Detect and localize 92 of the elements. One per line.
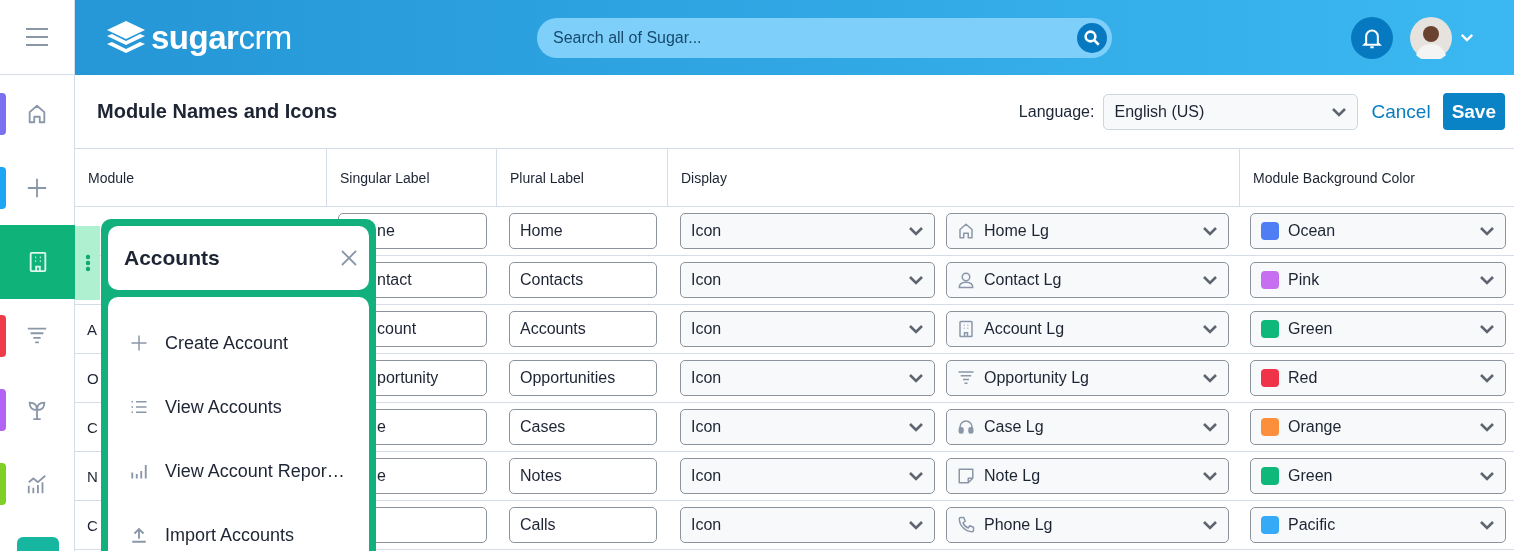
chevron-down-icon [1479,471,1495,481]
color-select[interactable]: Red [1250,360,1506,396]
home-icon [26,103,48,125]
color-select[interactable]: Green [1250,458,1506,494]
display-select[interactable]: Icon [680,360,935,396]
display-select[interactable]: Icon [680,262,935,298]
module-name: C [87,418,98,436]
symbol-select[interactable]: Account Lg [946,311,1229,347]
chevron-down-icon [1202,324,1218,334]
color-select[interactable]: Pacific [1250,507,1506,543]
color-select[interactable]: Green [1250,311,1506,347]
column-header: Module Background Color [1252,168,1416,188]
symbol-select[interactable]: Case Lg [946,409,1229,445]
plus-icon [26,177,48,199]
search-field[interactable]: Search all of Sugar... [537,17,1112,58]
plural-label-field[interactable]: Cases [509,409,657,445]
plural-label-field[interactable]: Accounts [509,311,657,347]
bar-chart-icon [130,462,148,480]
list-icon [130,398,148,416]
plural-label-field[interactable]: Opportunities [509,360,657,396]
page-title: Module Names and Icons [97,100,339,123]
symbol-select[interactable]: Opportunity Lg [946,360,1229,396]
headset-icon [957,418,975,436]
logo-icon [107,20,145,55]
column-header: Display [668,149,1240,206]
phone-icon [957,516,975,534]
display-select[interactable]: Icon [680,311,935,347]
chevron-down-icon [1202,226,1218,236]
language-select[interactable]: English (US) [1103,93,1359,130]
display-select[interactable]: Icon [680,458,935,494]
column-header: Module [75,149,327,206]
popup-title: Accounts [124,246,220,270]
menu-icon[interactable] [25,27,49,47]
chevron-down-icon [908,275,924,285]
plural-label-field[interactable]: Home [509,213,657,249]
chevron-down-icon [1202,520,1218,530]
chevron-down-icon [908,471,924,481]
column-header: Plural Label [497,149,668,206]
chevron-down-icon [1479,275,1495,285]
symbol-select[interactable]: Note Lg [946,458,1229,494]
display-select[interactable]: Icon [680,507,935,543]
chevron-down-icon [1202,275,1218,285]
avatar-icon[interactable] [1410,16,1452,59]
chevron-down-icon [1479,226,1495,236]
upload-icon [130,526,148,544]
chevron-down-icon [1479,324,1495,334]
sidebar-item[interactable] [0,225,75,299]
building-icon [957,320,975,338]
cancel-link[interactable]: Cancel [1371,100,1431,123]
chevron-down-icon [1202,471,1218,481]
color-select[interactable]: Pink [1250,262,1506,298]
plus-icon [130,334,148,352]
plural-label-field[interactable]: Notes [509,458,657,494]
language-label: Language: [1018,102,1095,121]
chevron-down-icon[interactable] [1460,33,1474,42]
chart-icon [26,473,48,495]
chevron-down-icon [1202,422,1218,432]
module-name: N [87,467,98,485]
color-select[interactable]: Ocean [1250,213,1506,249]
plant-icon [26,399,48,421]
chevron-down-icon [908,324,924,334]
chevron-down-icon [1479,422,1495,432]
symbol-select[interactable]: Contact Lg [946,262,1229,298]
color-select[interactable]: Orange [1250,409,1506,445]
module-name: A [87,320,97,338]
module-name: C [87,516,98,534]
plural-label-field[interactable]: Contacts [509,262,657,298]
chevron-down-icon [908,422,924,432]
filter-icon [957,369,975,387]
chevron-down-icon [1202,373,1218,383]
person-icon [957,271,975,289]
chevron-down-icon [1331,106,1348,117]
symbol-select[interactable]: Phone Lg [946,507,1229,543]
search-icon [1083,28,1101,47]
home-icon [957,222,975,240]
menu-item[interactable]: Import Accounts [108,503,369,551]
save-button[interactable]: Save [1442,93,1505,130]
column-header: Singular Label [327,149,497,206]
close-icon[interactable] [341,250,357,266]
symbol-select[interactable]: Home Lg [946,213,1229,249]
drag-handle-icon[interactable] [75,226,100,300]
chevron-down-icon [908,520,924,530]
chevron-down-icon [1479,373,1495,383]
chevron-down-icon [1479,520,1495,530]
display-select[interactable]: Icon [680,213,935,249]
note-icon [957,467,975,485]
plural-label-field[interactable]: Calls [509,507,657,543]
module-name: O [87,369,99,387]
chevron-down-icon [908,226,924,236]
display-select[interactable]: Icon [680,409,935,445]
notifications-button[interactable] [1351,16,1393,59]
chevron-down-icon [908,373,924,383]
